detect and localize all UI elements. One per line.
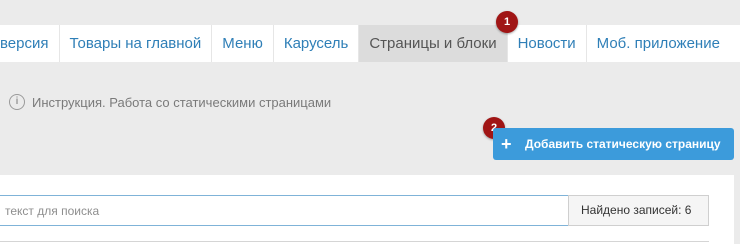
tab-home-products[interactable]: Товары на главной	[59, 25, 213, 62]
plus-icon: +	[501, 134, 512, 154]
tab-menu[interactable]: Меню	[212, 25, 274, 62]
table-divider	[0, 241, 709, 242]
tab-pages-and-blocks[interactable]: Страницы и блоки	[359, 25, 508, 62]
tab-mobile-app[interactable]: Моб. приложение	[586, 25, 740, 62]
records-count: Найдено записей: 6	[568, 195, 709, 226]
instruction-link[interactable]: i Инструкция. Работа со статическими стр…	[9, 92, 331, 112]
tab-version[interactable]: версия	[0, 25, 60, 62]
add-static-page-label: Добавить статическую страницу	[525, 137, 721, 151]
tab-news[interactable]: Новости	[507, 25, 587, 62]
search-input[interactable]	[0, 195, 569, 226]
tab-carousel[interactable]: Карусель	[273, 25, 360, 62]
add-static-page-button[interactable]: + Добавить статическую страницу	[493, 128, 734, 160]
tab-bar: версия Товары на главной Меню Карусель С…	[0, 25, 740, 62]
instruction-text[interactable]: Инструкция. Работа со статическими стран…	[32, 95, 331, 110]
step-badge-1: 1	[496, 11, 518, 33]
info-icon: i	[9, 94, 25, 110]
pages-table-panel: Найдено записей: 6	[0, 175, 734, 244]
